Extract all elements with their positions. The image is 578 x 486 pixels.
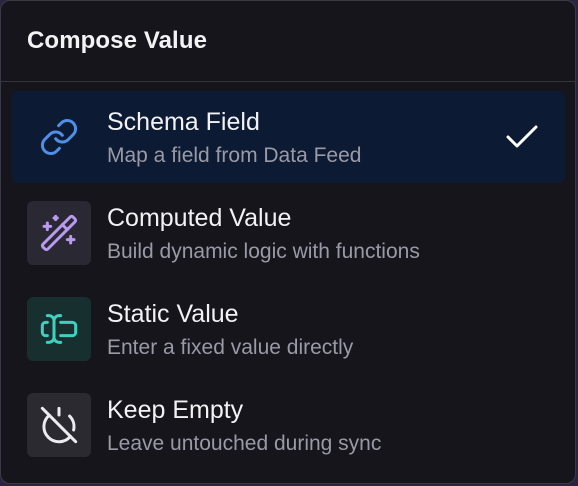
link-icon — [40, 118, 78, 156]
option-text: Computed Value Build dynamic logic with … — [107, 203, 420, 265]
option-icon-box — [27, 393, 91, 457]
menu-header: Compose Value — [1, 1, 575, 82]
option-description: Enter a fixed value directly — [107, 336, 354, 359]
option-computed-value[interactable]: Computed Value Build dynamic logic with … — [11, 187, 565, 279]
option-title: Computed Value — [107, 204, 292, 232]
menu-title: Compose Value — [27, 27, 208, 54]
option-description: Map a field from Data Feed — [107, 144, 362, 167]
checkmark-icon — [506, 125, 538, 148]
compose-value-menu: Compose Value Schema Field Map a field f… — [0, 0, 576, 484]
option-text: Keep Empty Leave untouched during sync — [107, 395, 381, 457]
option-static-value[interactable]: Static Value Enter a fixed value directl… — [11, 283, 565, 375]
option-title: Static Value — [107, 300, 239, 328]
option-text: Schema Field Map a field from Data Feed — [107, 107, 361, 169]
option-icon-box — [27, 105, 91, 169]
option-description: Leave untouched during sync — [107, 432, 382, 455]
option-icon-box — [27, 297, 91, 361]
option-title: Schema Field — [107, 108, 260, 136]
option-icon-box — [27, 201, 91, 265]
option-schema-field[interactable]: Schema Field Map a field from Data Feed — [11, 91, 565, 183]
option-text: Static Value Enter a fixed value directl… — [107, 299, 353, 361]
option-list: Schema Field Map a field from Data Feed — [1, 82, 575, 471]
magic-wand-icon — [40, 214, 78, 252]
text-cursor-input-icon — [40, 314, 78, 344]
option-description: Build dynamic logic with functions — [107, 240, 420, 263]
option-keep-empty[interactable]: Keep Empty Leave untouched during sync — [11, 379, 565, 471]
option-title: Keep Empty — [107, 396, 244, 424]
power-off-icon — [40, 406, 78, 444]
